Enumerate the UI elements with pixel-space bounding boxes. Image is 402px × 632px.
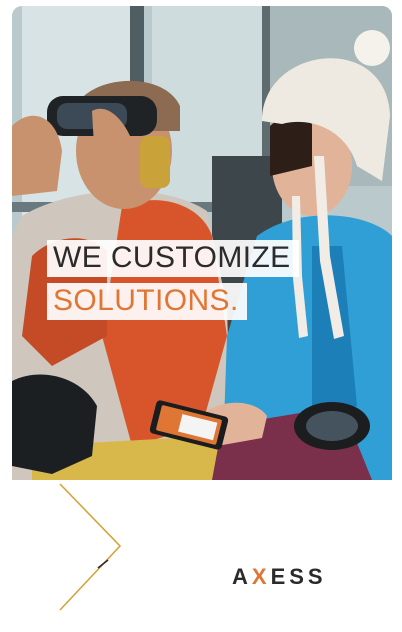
logo-x: X: [251, 564, 271, 589]
headline-line-2: SOLUTIONS.: [47, 283, 247, 320]
ad-screenshot: WE CUSTOMIZE SOLUTIONS. AXESS: [0, 0, 402, 632]
axess-logo: AXESS: [232, 564, 388, 590]
headline-line-1: WE CUSTOMIZE: [47, 240, 299, 277]
brand-panel: AXESS: [12, 480, 392, 632]
gold-zigzag-line: [59, 483, 122, 611]
ad-card[interactable]: WE CUSTOMIZE SOLUTIONS. AXESS: [12, 6, 392, 632]
logo-ess: ESS: [270, 564, 327, 589]
headline: WE CUSTOMIZE SOLUTIONS.: [47, 240, 377, 320]
logo-a: A: [232, 564, 252, 589]
